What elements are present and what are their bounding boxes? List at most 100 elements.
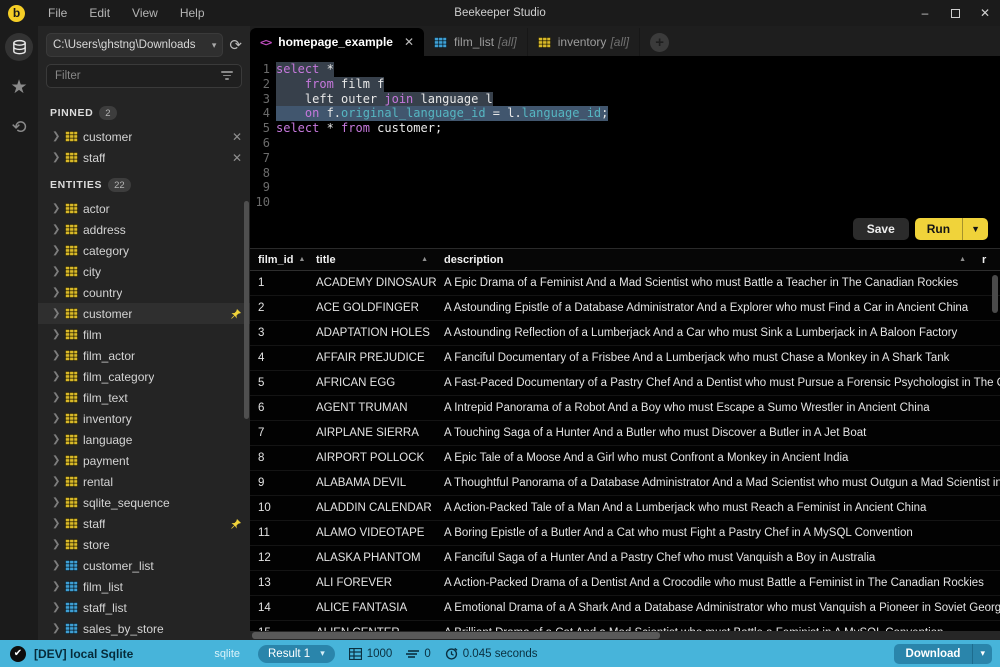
- cell-title[interactable]: ALICE FANTASIA: [308, 602, 436, 614]
- cell-film-id[interactable]: 7: [250, 427, 308, 439]
- editor-line[interactable]: 5select * from customer;: [250, 121, 1000, 136]
- sidebar-item-rental[interactable]: ❯rental: [38, 471, 250, 492]
- editor-line[interactable]: 3 left outer join language l: [250, 92, 1000, 107]
- chevron-right-icon[interactable]: ❯: [52, 581, 60, 592]
- editor-line[interactable]: 4 on f.original_language_id = l.language…: [250, 106, 1000, 121]
- pin-icon[interactable]: [230, 308, 242, 320]
- sidebar-item-payment[interactable]: ❯payment: [38, 450, 250, 471]
- cell-description[interactable]: A Epic Tale of a Moose And a Girl who mu…: [436, 452, 1000, 464]
- table-row[interactable]: 1ACADEMY DINOSAURA Epic Drama of a Femin…: [250, 271, 1000, 296]
- table-row[interactable]: 7AIRPLANE SIERRAA Touching Saga of a Hun…: [250, 421, 1000, 446]
- cell-title[interactable]: ACADEMY DINOSAUR: [308, 277, 436, 289]
- cell-description[interactable]: A Fanciful Saga of a Hunter And a Pastry…: [436, 552, 1000, 564]
- chevron-right-icon[interactable]: ❯: [52, 371, 60, 382]
- download-options-button[interactable]: ▾: [972, 644, 992, 664]
- cell-film-id[interactable]: 8: [250, 452, 308, 464]
- cell-title[interactable]: ALAMO VIDEOTAPE: [308, 527, 436, 539]
- sidebar-item-language[interactable]: ❯language: [38, 429, 250, 450]
- result-selector[interactable]: Result 1 ▾: [258, 645, 335, 663]
- chevron-right-icon[interactable]: ❯: [52, 476, 60, 487]
- column-header-title[interactable]: title▲: [308, 249, 436, 270]
- close-icon[interactable]: ✕: [404, 35, 414, 49]
- chevron-right-icon[interactable]: ❯: [52, 203, 60, 214]
- cell-description[interactable]: A Action-Packed Drama of a Dentist And a…: [436, 577, 1000, 589]
- cell-description[interactable]: A Epic Drama of a Feminist And a Mad Sci…: [436, 277, 1000, 289]
- close-icon[interactable]: ✕: [232, 130, 242, 144]
- cell-title[interactable]: AIRPORT POLLOCK: [308, 452, 436, 464]
- table-row[interactable]: 3ADAPTATION HOLESA Astounding Reflection…: [250, 321, 1000, 346]
- sidebar-item-country[interactable]: ❯country: [38, 282, 250, 303]
- chevron-right-icon[interactable]: ❯: [52, 518, 60, 529]
- cell-film-id[interactable]: 6: [250, 402, 308, 414]
- run-button[interactable]: Run: [915, 218, 962, 240]
- entity-filter-input[interactable]: Filter: [46, 64, 242, 88]
- sidebar-item-address[interactable]: ❯address: [38, 219, 250, 240]
- cell-title[interactable]: AFFAIR PREJUDICE: [308, 352, 436, 364]
- editor-line[interactable]: 6: [250, 136, 1000, 151]
- tab-film_list[interactable]: film_list[all]: [424, 28, 528, 56]
- menu-edit[interactable]: Edit: [80, 4, 119, 22]
- sidebar-item-film[interactable]: ❯film: [38, 324, 250, 345]
- table-row[interactable]: 11ALAMO VIDEOTAPEA Boring Epistle of a B…: [250, 521, 1000, 546]
- sidebar-item-customer[interactable]: ❯customer: [38, 303, 250, 324]
- refresh-icon[interactable]: ⟳: [229, 36, 242, 54]
- sidebar-item-film_category[interactable]: ❯film_category: [38, 366, 250, 387]
- cell-film-id[interactable]: 9: [250, 477, 308, 489]
- sidebar-scrollbar[interactable]: [244, 201, 249, 419]
- database-panel-icon[interactable]: [5, 33, 33, 61]
- editor-line[interactable]: 1select *: [250, 62, 1000, 77]
- cell-title[interactable]: AFRICAN EGG: [308, 377, 436, 389]
- table-row[interactable]: 6AGENT TRUMANA Intrepid Panorama of a Ro…: [250, 396, 1000, 421]
- cell-title[interactable]: ALADDIN CALENDAR: [308, 502, 436, 514]
- run-options-button[interactable]: ▼: [962, 218, 988, 240]
- chevron-right-icon[interactable]: ❯: [52, 152, 60, 163]
- chevron-right-icon[interactable]: ❯: [52, 497, 60, 508]
- sidebar-item-sales_by_store[interactable]: ❯sales_by_store: [38, 618, 250, 639]
- history-panel-icon[interactable]: ⟲: [5, 113, 33, 141]
- save-button[interactable]: Save: [853, 218, 909, 240]
- cell-title[interactable]: ALASKA PHANTOM: [308, 552, 436, 564]
- editor-line[interactable]: 7: [250, 151, 1000, 166]
- table-row[interactable]: 8AIRPORT POLLOCKA Epic Tale of a Moose A…: [250, 446, 1000, 471]
- cell-description[interactable]: A Astounding Reflection of a Lumberjack …: [436, 327, 1000, 339]
- cell-description[interactable]: A Touching Saga of a Hunter And a Butler…: [436, 427, 1000, 439]
- cell-description[interactable]: A Boring Epistle of a Butler And a Cat w…: [436, 527, 1000, 539]
- chevron-right-icon[interactable]: ❯: [52, 539, 60, 550]
- cell-description[interactable]: A Thoughtful Panorama of a Database Admi…: [436, 477, 1000, 489]
- download-button[interactable]: Download: [894, 644, 973, 664]
- horizontal-scrollbar-thumb[interactable]: [252, 632, 660, 639]
- chevron-right-icon[interactable]: ❯: [52, 287, 60, 298]
- chevron-right-icon[interactable]: ❯: [52, 434, 60, 445]
- cell-title[interactable]: AGENT TRUMAN: [308, 402, 436, 414]
- sidebar-item-film_text[interactable]: ❯film_text: [38, 387, 250, 408]
- table-row[interactable]: 5AFRICAN EGGA Fast-Paced Documentary of …: [250, 371, 1000, 396]
- chevron-right-icon[interactable]: ❯: [52, 224, 60, 235]
- table-row[interactable]: 10ALADDIN CALENDARA Action-Packed Tale o…: [250, 496, 1000, 521]
- tab-homepage_example[interactable]: <>homepage_example✕: [250, 28, 424, 56]
- cell-film-id[interactable]: 2: [250, 302, 308, 314]
- cell-film-id[interactable]: 4: [250, 352, 308, 364]
- sort-icon[interactable]: ▲: [298, 256, 305, 263]
- close-icon[interactable]: ✕: [232, 151, 242, 165]
- sidebar-item-customer[interactable]: ❯customer✕: [38, 126, 250, 147]
- cell-film-id[interactable]: 1: [250, 277, 308, 289]
- chevron-right-icon[interactable]: ❯: [52, 245, 60, 256]
- cell-film-id[interactable]: 5: [250, 377, 308, 389]
- sql-editor[interactable]: 1select *2 from film f3 left outer join …: [250, 56, 1000, 218]
- sidebar-item-staff_list[interactable]: ❯staff_list: [38, 597, 250, 618]
- tab-inventory[interactable]: inventory[all]: [528, 28, 640, 56]
- table-row[interactable]: 12ALASKA PHANTOMA Fanciful Saga of a Hun…: [250, 546, 1000, 571]
- new-tab-button[interactable]: +: [650, 33, 669, 52]
- cell-title[interactable]: ALI FOREVER: [308, 577, 436, 589]
- table-row[interactable]: 4AFFAIR PREJUDICEA Fanciful Documentary …: [250, 346, 1000, 371]
- table-row[interactable]: 2ACE GOLDFINGERA Astounding Epistle of a…: [250, 296, 1000, 321]
- cell-description[interactable]: A Action-Packed Tale of a Man And a Lumb…: [436, 502, 1000, 514]
- chevron-right-icon[interactable]: ❯: [52, 413, 60, 424]
- cell-film-id[interactable]: 14: [250, 602, 308, 614]
- table-row[interactable]: 9ALABAMA DEVILA Thoughtful Panorama of a…: [250, 471, 1000, 496]
- sidebar-item-film_actor[interactable]: ❯film_actor: [38, 345, 250, 366]
- maximize-button[interactable]: [940, 1, 970, 25]
- cell-film-id[interactable]: 3: [250, 327, 308, 339]
- chevron-right-icon[interactable]: ❯: [52, 266, 60, 277]
- cell-title[interactable]: AIRPLANE SIERRA: [308, 427, 436, 439]
